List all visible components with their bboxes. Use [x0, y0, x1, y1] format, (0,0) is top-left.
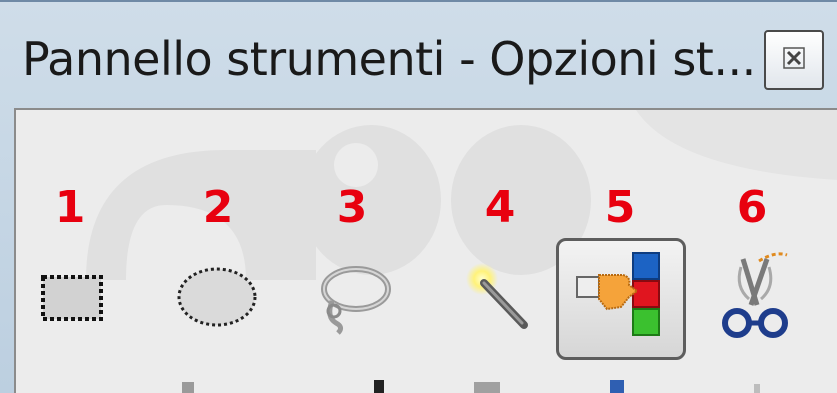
tool-number-3: 3 — [336, 182, 368, 233]
tool-number-1: 1 — [54, 182, 86, 233]
tool-number-6: 6 — [736, 182, 768, 233]
tool-number-4: 4 — [484, 182, 516, 233]
title-bar[interactable]: Pannello strumenti - Opzioni st... — [0, 2, 837, 102]
close-icon — [782, 46, 806, 74]
ellipse-select-tool[interactable] — [152, 238, 282, 360]
select-by-color-tool[interactable] — [556, 238, 686, 360]
close-button[interactable] — [764, 30, 824, 90]
free-select-lasso-icon — [308, 257, 398, 341]
scissors-select-icon — [705, 247, 805, 351]
fuzzy-select-magic-wand-icon — [452, 257, 542, 341]
select-by-color-icon — [571, 247, 671, 351]
rectangle-select-tool[interactable] — [8, 238, 138, 360]
window-title: Pannello strumenti - Opzioni st... — [22, 32, 756, 86]
tool-number-5: 5 — [604, 182, 636, 233]
ellipse-select-icon — [172, 262, 262, 336]
scissors-select-tool[interactable] — [690, 238, 820, 360]
fuzzy-select-tool[interactable] — [432, 238, 562, 360]
rectangle-select-icon — [33, 267, 113, 331]
next-row-tools-partial — [182, 380, 760, 393]
tool-number-2: 2 — [202, 182, 234, 233]
free-select-tool[interactable] — [288, 238, 418, 360]
